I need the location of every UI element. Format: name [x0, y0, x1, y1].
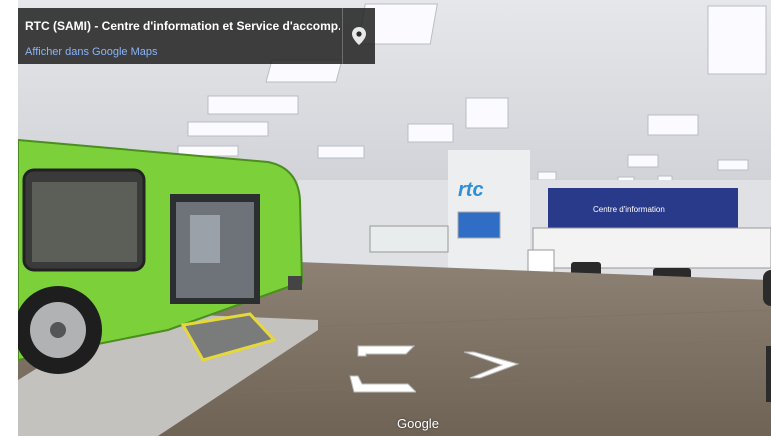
google-watermark: Google: [397, 416, 439, 431]
street-view-viewer[interactable]: Centre d'information rtc RTC (SAMI) - Ce…: [0, 0, 771, 436]
side-control-handle[interactable]: [763, 270, 771, 306]
map-pin-button[interactable]: [342, 8, 375, 64]
place-title: RTC (SAMI) - Centre d'information et Ser…: [25, 19, 340, 33]
chevron-back-icon[interactable]: [348, 342, 416, 394]
info-sign-text: Centre d'information: [593, 205, 665, 214]
rtc-logo: rtc: [458, 179, 484, 201]
view-in-google-maps-link[interactable]: Afficher dans Google Maps: [25, 46, 157, 58]
place-info-card: RTC (SAMI) - Centre d'information et Ser…: [18, 8, 375, 64]
side-control-bar[interactable]: [766, 346, 771, 402]
location-pin-icon: [352, 27, 366, 45]
chevron-forward-icon[interactable]: [462, 350, 520, 380]
